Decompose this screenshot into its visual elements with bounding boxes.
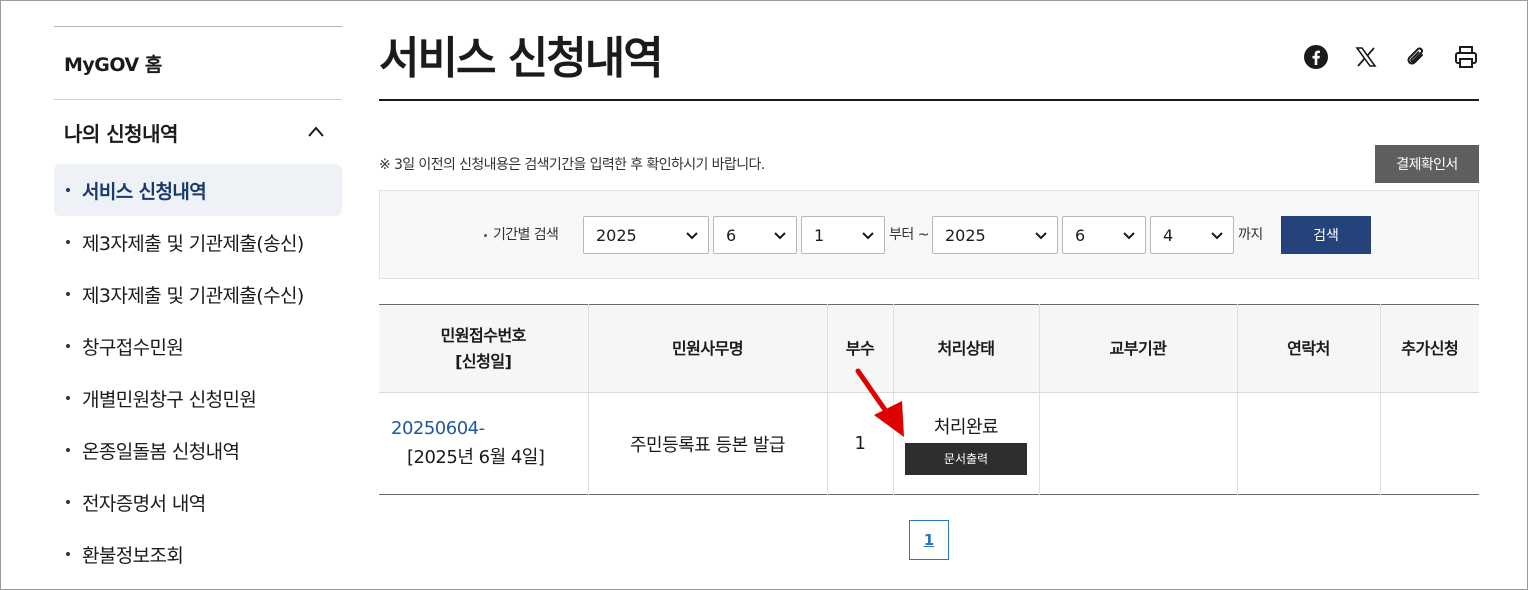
chevron-up-icon	[308, 126, 324, 137]
bullet-icon	[66, 240, 70, 244]
col-contact: 연락처	[1237, 304, 1381, 393]
from-day-select[interactable]: 1	[801, 216, 885, 254]
from-year-value: 2025	[596, 225, 637, 245]
sidebar-item-e-certificates[interactable]: 전자증명서 내역	[54, 476, 342, 528]
page-title: 서비스 신청내역	[379, 33, 664, 84]
from-text: 부터 ~	[889, 227, 929, 243]
payment-confirmation-button[interactable]: 결제확인서	[1375, 145, 1479, 183]
pagination-page-1[interactable]: 1	[909, 520, 949, 560]
cell-issuer	[1039, 392, 1238, 495]
chevron-down-icon	[862, 232, 874, 240]
sidebar-item-label: 개별민원창구 신청민원	[82, 388, 257, 411]
sidebar-item-service-history[interactable]: 서비스 신청내역	[54, 164, 342, 216]
sidebar-item-third-party-received[interactable]: 제3자제출 및 기관제출(수신)	[54, 268, 342, 320]
col-service-name: 민원사무명	[588, 304, 828, 393]
bullet-icon	[66, 292, 70, 296]
from-year-select[interactable]: 2025	[583, 216, 709, 254]
table-header-row: 민원접수번호 [신청일] 민원사무명 부수 처리상태 교부기관 연락처 추가신청	[379, 304, 1479, 393]
chevron-down-icon	[686, 232, 698, 240]
chevron-down-icon	[774, 232, 786, 240]
col-status: 처리상태	[893, 304, 1040, 393]
col-copies: 부수	[827, 304, 894, 393]
sidebar-item-all-day-care[interactable]: 온종일돌봄 신청내역	[54, 424, 342, 476]
cell-extra-request	[1380, 393, 1479, 495]
sidebar-item-refund-info[interactable]: 환불정보조회	[54, 528, 342, 580]
sidebar-item-label: 제3자제출 및 기관제출(송신)	[82, 232, 304, 255]
facebook-icon[interactable]	[1303, 44, 1329, 70]
period-search-label-text: 기간별 검색	[493, 227, 559, 243]
sidebar-item-label: 온종일돌봄 신청내역	[82, 440, 240, 463]
col-receipt-number-line2: [신청일]	[455, 351, 512, 371]
to-year-select[interactable]: 2025	[932, 216, 1058, 254]
document-print-button[interactable]: 문서출력	[905, 442, 1027, 475]
sidebar-list: 서비스 신청내역 제3자제출 및 기관제출(송신) 제3자제출 및 기관제출(수…	[54, 164, 342, 580]
chevron-down-icon	[1035, 232, 1047, 240]
status-text: 처리완료	[933, 416, 999, 438]
main-content: 서비스 신청내역 ※ 3일 이전의 신청내용은 검색기간을 입력한 후 확인하시…	[379, 0, 1479, 560]
from-month-value: 6	[726, 225, 737, 245]
cell-service-name: 주민등록표 등본 발급	[588, 392, 828, 495]
table-row: 20250604- [2025년 6월 4일] 주민등록표 등본 발급 1 처리…	[379, 392, 1479, 495]
from-day-value: 1	[814, 225, 825, 245]
cell-contact	[1237, 392, 1381, 495]
bullet-icon	[66, 188, 70, 192]
sidebar-group-header[interactable]: 나의 신청내역	[54, 100, 342, 164]
col-issuer: 교부기관	[1039, 304, 1238, 393]
bullet-icon	[66, 552, 70, 556]
sidebar: MyGOV 홈 나의 신청내역 서비스 신청내역 제3자제출 및 기관제출(송신…	[54, 26, 342, 580]
bullet-icon	[66, 500, 70, 504]
title-row: 서비스 신청내역	[379, 0, 1479, 101]
bullet-icon	[484, 233, 487, 237]
sidebar-item-individual-counter[interactable]: 개별민원창구 신청민원	[54, 372, 342, 424]
search-box: 기간별 검색 2025 6 1 부터 ~ 2025 6 4 까지 검색	[379, 190, 1479, 279]
bullet-icon	[66, 448, 70, 452]
sidebar-item-label: 창구접수민원	[82, 336, 184, 359]
chevron-down-icon	[1123, 232, 1135, 240]
period-search-label: 기간별 검색	[484, 224, 559, 244]
share-toolbar	[1303, 44, 1479, 70]
chevron-down-icon	[1211, 232, 1223, 240]
sidebar-item-label: 서비스 신청내역	[82, 180, 207, 203]
sidebar-item-third-party-sent[interactable]: 제3자제출 및 기관제출(송신)	[54, 216, 342, 268]
notice-row: ※ 3일 이전의 신청내용은 검색기간을 입력한 후 확인하시기 바랍니다. 결…	[379, 145, 1479, 183]
col-receipt-number-line1: 민원접수번호	[440, 325, 527, 345]
cell-status: 처리완료 문서출력	[893, 392, 1040, 495]
to-month-value: 6	[1075, 225, 1086, 245]
receipt-number-link[interactable]: 20250604-	[379, 418, 588, 439]
sidebar-item-label: 환불정보조회	[82, 544, 184, 567]
results-table: 민원접수번호 [신청일] 민원사무명 부수 처리상태 교부기관 연락처 추가신청 …	[379, 304, 1479, 495]
sidebar-home-link[interactable]: MyGOV 홈	[54, 26, 342, 100]
col-extra-request: 추가신청	[1380, 304, 1479, 393]
to-text: 까지	[1238, 227, 1263, 243]
cell-receipt: 20250604- [2025년 6월 4일]	[379, 392, 589, 495]
to-day-value: 4	[1163, 225, 1174, 245]
request-date: [2025년 6월 4일]	[407, 447, 545, 468]
sidebar-item-counter-petitions[interactable]: 창구접수민원	[54, 320, 342, 372]
from-month-select[interactable]: 6	[713, 216, 797, 254]
bullet-icon	[66, 344, 70, 348]
cell-copies: 1	[827, 392, 894, 495]
sidebar-item-label: 전자증명서 내역	[82, 492, 206, 515]
to-month-select[interactable]: 6	[1062, 216, 1146, 254]
paperclip-icon[interactable]	[1403, 44, 1429, 70]
x-icon[interactable]	[1353, 44, 1379, 70]
col-receipt-number: 민원접수번호 [신청일]	[379, 304, 589, 393]
bullet-icon	[66, 396, 70, 400]
sidebar-group-title: 나의 신청내역	[64, 121, 178, 146]
search-button[interactable]: 검색	[1281, 216, 1371, 254]
notice-text: ※ 3일 이전의 신청내용은 검색기간을 입력한 후 확인하시기 바랍니다.	[379, 157, 765, 173]
sidebar-item-label: 제3자제출 및 기관제출(수신)	[82, 284, 304, 307]
to-day-select[interactable]: 4	[1150, 216, 1234, 254]
print-icon[interactable]	[1453, 44, 1479, 70]
to-year-value: 2025	[945, 225, 986, 245]
